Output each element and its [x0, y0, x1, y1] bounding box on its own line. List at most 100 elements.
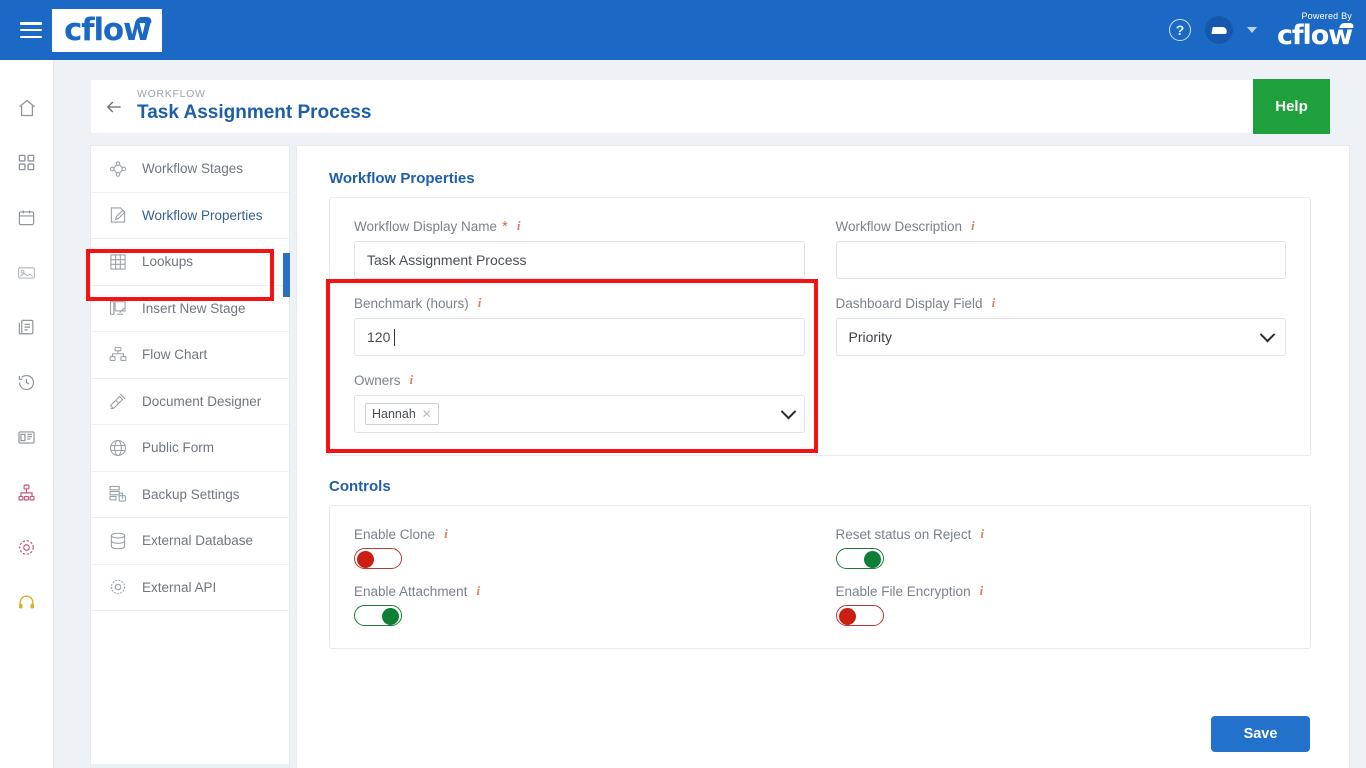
headset-icon[interactable] [0, 575, 54, 630]
field-label-text: Workflow Display Name [354, 218, 498, 234]
benchmark-hours-input[interactable]: 120 [354, 318, 805, 356]
workflow-display-name-input[interactable]: Task Assignment Process [354, 241, 805, 279]
sidebar-item-label: External API [142, 579, 217, 595]
home-icon[interactable] [0, 80, 54, 135]
insert-stage-icon [107, 297, 129, 319]
chevron-down-icon[interactable] [780, 403, 796, 419]
control-enable-clone: Enable Clone i [354, 526, 805, 569]
controls-box: Enable Clone i Enable Attachment i Reset… [329, 505, 1311, 649]
globe-icon [107, 437, 129, 459]
sidebar-item-document-designer[interactable]: Document Designer [91, 379, 289, 425]
control-reset-status-on-reject: Reset status on Reject i [835, 526, 1287, 569]
workflow-title-block: WORKFLOW Task Assignment Process [137, 88, 371, 125]
controls-right-column: Reset status on Reject i Enable File Enc… [835, 526, 1287, 626]
chevron-down-icon[interactable] [1247, 27, 1257, 33]
back-arrow-icon[interactable] [91, 97, 137, 117]
info-icon[interactable]: i [992, 295, 996, 311]
save-button[interactable]: Save [1211, 716, 1310, 752]
controls-left-column: Enable Clone i Enable Attachment i [354, 526, 805, 626]
control-label-text: Enable Attachment [354, 583, 468, 599]
field-label-text: Owners [354, 372, 401, 388]
workflow-header: WORKFLOW Task Assignment Process [90, 79, 1278, 134]
sidebar-item-label: Workflow Stages [142, 161, 244, 177]
close-icon[interactable]: ✕ [422, 407, 432, 421]
info-icon[interactable]: i [980, 526, 984, 542]
kanban-icon[interactable] [0, 410, 54, 465]
properties-left-column: Workflow Display Name * i Task Assignmen… [354, 218, 805, 433]
info-icon[interactable]: i [980, 583, 984, 599]
grid-table-icon [107, 251, 129, 273]
apps-grid-icon[interactable] [0, 135, 54, 190]
sidebar-item-workflow-properties[interactable]: Workflow Properties [91, 193, 289, 239]
info-icon[interactable]: i [517, 218, 521, 234]
sidebar-item-flow-chart[interactable]: Flow Chart [91, 332, 289, 379]
workflow-description-input[interactable] [835, 241, 1286, 279]
controls-section: Controls Enable Clone i Enable Attachmen… [329, 478, 1311, 649]
workflow-properties-box: Workflow Display Name * i Task Assignmen… [329, 197, 1311, 456]
dashboard-display-field-value: Priority [848, 329, 893, 345]
sidebar-item-insert-new-stage[interactable]: Insert New Stage [91, 286, 289, 332]
sidebar-item-public-form[interactable]: Public Form [91, 425, 289, 472]
chevron-down-icon[interactable] [1259, 326, 1276, 342]
powered-by-logo: cflow [1277, 19, 1353, 51]
sidebar-item-label: Lookups [142, 254, 194, 270]
user-avatar-icon[interactable] [1205, 16, 1233, 44]
field-label: Workflow Display Name * i [354, 218, 805, 234]
workflow-icon[interactable] [0, 465, 54, 520]
top-bar-right: ? Powered By cflow [1169, 11, 1366, 51]
reports-icon[interactable] [0, 300, 54, 355]
powered-by-block: Powered By cflow [1277, 11, 1353, 51]
sidebar-item-workflow-stages[interactable]: Workflow Stages [91, 146, 289, 193]
owner-tag[interactable]: Hannah ✕ [365, 403, 439, 425]
target-icon[interactable] [0, 520, 54, 575]
control-label-text: Enable Clone [354, 526, 436, 542]
active-tab-indicator [283, 253, 290, 297]
dashboard-display-field-select[interactable]: Priority [835, 318, 1286, 356]
flow-chart-icon [107, 344, 129, 366]
control-label-text: Enable File Encryption [835, 583, 971, 599]
sidebar-item-external-database[interactable]: External Database [91, 518, 289, 565]
info-icon[interactable]: i [444, 526, 448, 542]
field-owners: Owners i Hannah ✕ [354, 372, 805, 433]
sidebar-item-label: Flow Chart [142, 347, 208, 363]
calendar-icon[interactable] [0, 190, 54, 245]
sidebar-item-backup-settings[interactable]: Backup Settings [91, 472, 289, 518]
help-button[interactable]: Help [1253, 79, 1330, 134]
enable-file-encryption-toggle[interactable] [835, 605, 884, 626]
hamburger-icon[interactable] [20, 22, 42, 38]
nav-footer-strip [91, 764, 289, 768]
sidebar-item-label: Public Form [142, 440, 215, 456]
workflow-stages-icon [107, 158, 129, 180]
enable-attachment-toggle[interactable] [354, 605, 402, 626]
question-mark-icon[interactable]: ? [1169, 19, 1191, 41]
cards-icon[interactable] [0, 245, 54, 300]
cflow-logo[interactable]: cflow [52, 8, 163, 52]
field-label: Benchmark (hours) i [354, 295, 805, 311]
owners-multiselect[interactable]: Hannah ✕ [354, 395, 805, 433]
workflow-nav-panel: Workflow Stages Workflow Properties Look… [90, 145, 290, 768]
sidebar-item-label: Backup Settings [142, 486, 240, 502]
control-label: Reset status on Reject i [836, 526, 1287, 542]
enable-clone-toggle[interactable] [354, 548, 402, 569]
history-icon[interactable] [0, 355, 54, 410]
info-icon[interactable]: i [971, 218, 975, 234]
app-root: cflow ? Powered By cflow WORKFLOW Task A… [0, 0, 1366, 768]
info-icon[interactable]: i [410, 372, 414, 388]
cflow-logo-text: cflow [64, 11, 152, 48]
properties-right-column: Workflow Description i Dashboard Display… [835, 218, 1286, 433]
field-dashboard-display: Dashboard Display Field i Priority [835, 295, 1286, 356]
field-label-text: Dashboard Display Field [835, 295, 983, 311]
field-benchmark-hours: Benchmark (hours) i 120 [354, 295, 805, 356]
info-icon[interactable]: i [478, 295, 482, 311]
reset-status-on-reject-toggle[interactable] [835, 548, 884, 569]
sidebar-item-external-api[interactable]: External API [91, 565, 289, 611]
backup-server-icon [107, 483, 129, 505]
workflow-properties-section: Workflow Properties Workflow Display Nam… [329, 170, 1311, 456]
icon-rail [0, 60, 54, 768]
owner-tag-label: Hannah [372, 407, 416, 421]
design-tools-icon [107, 390, 129, 412]
info-icon[interactable]: i [476, 583, 480, 599]
page-title: Task Assignment Process [137, 102, 372, 124]
sidebar-item-lookups[interactable]: Lookups [91, 239, 289, 286]
main-panel: Workflow Properties Workflow Display Nam… [296, 145, 1350, 768]
